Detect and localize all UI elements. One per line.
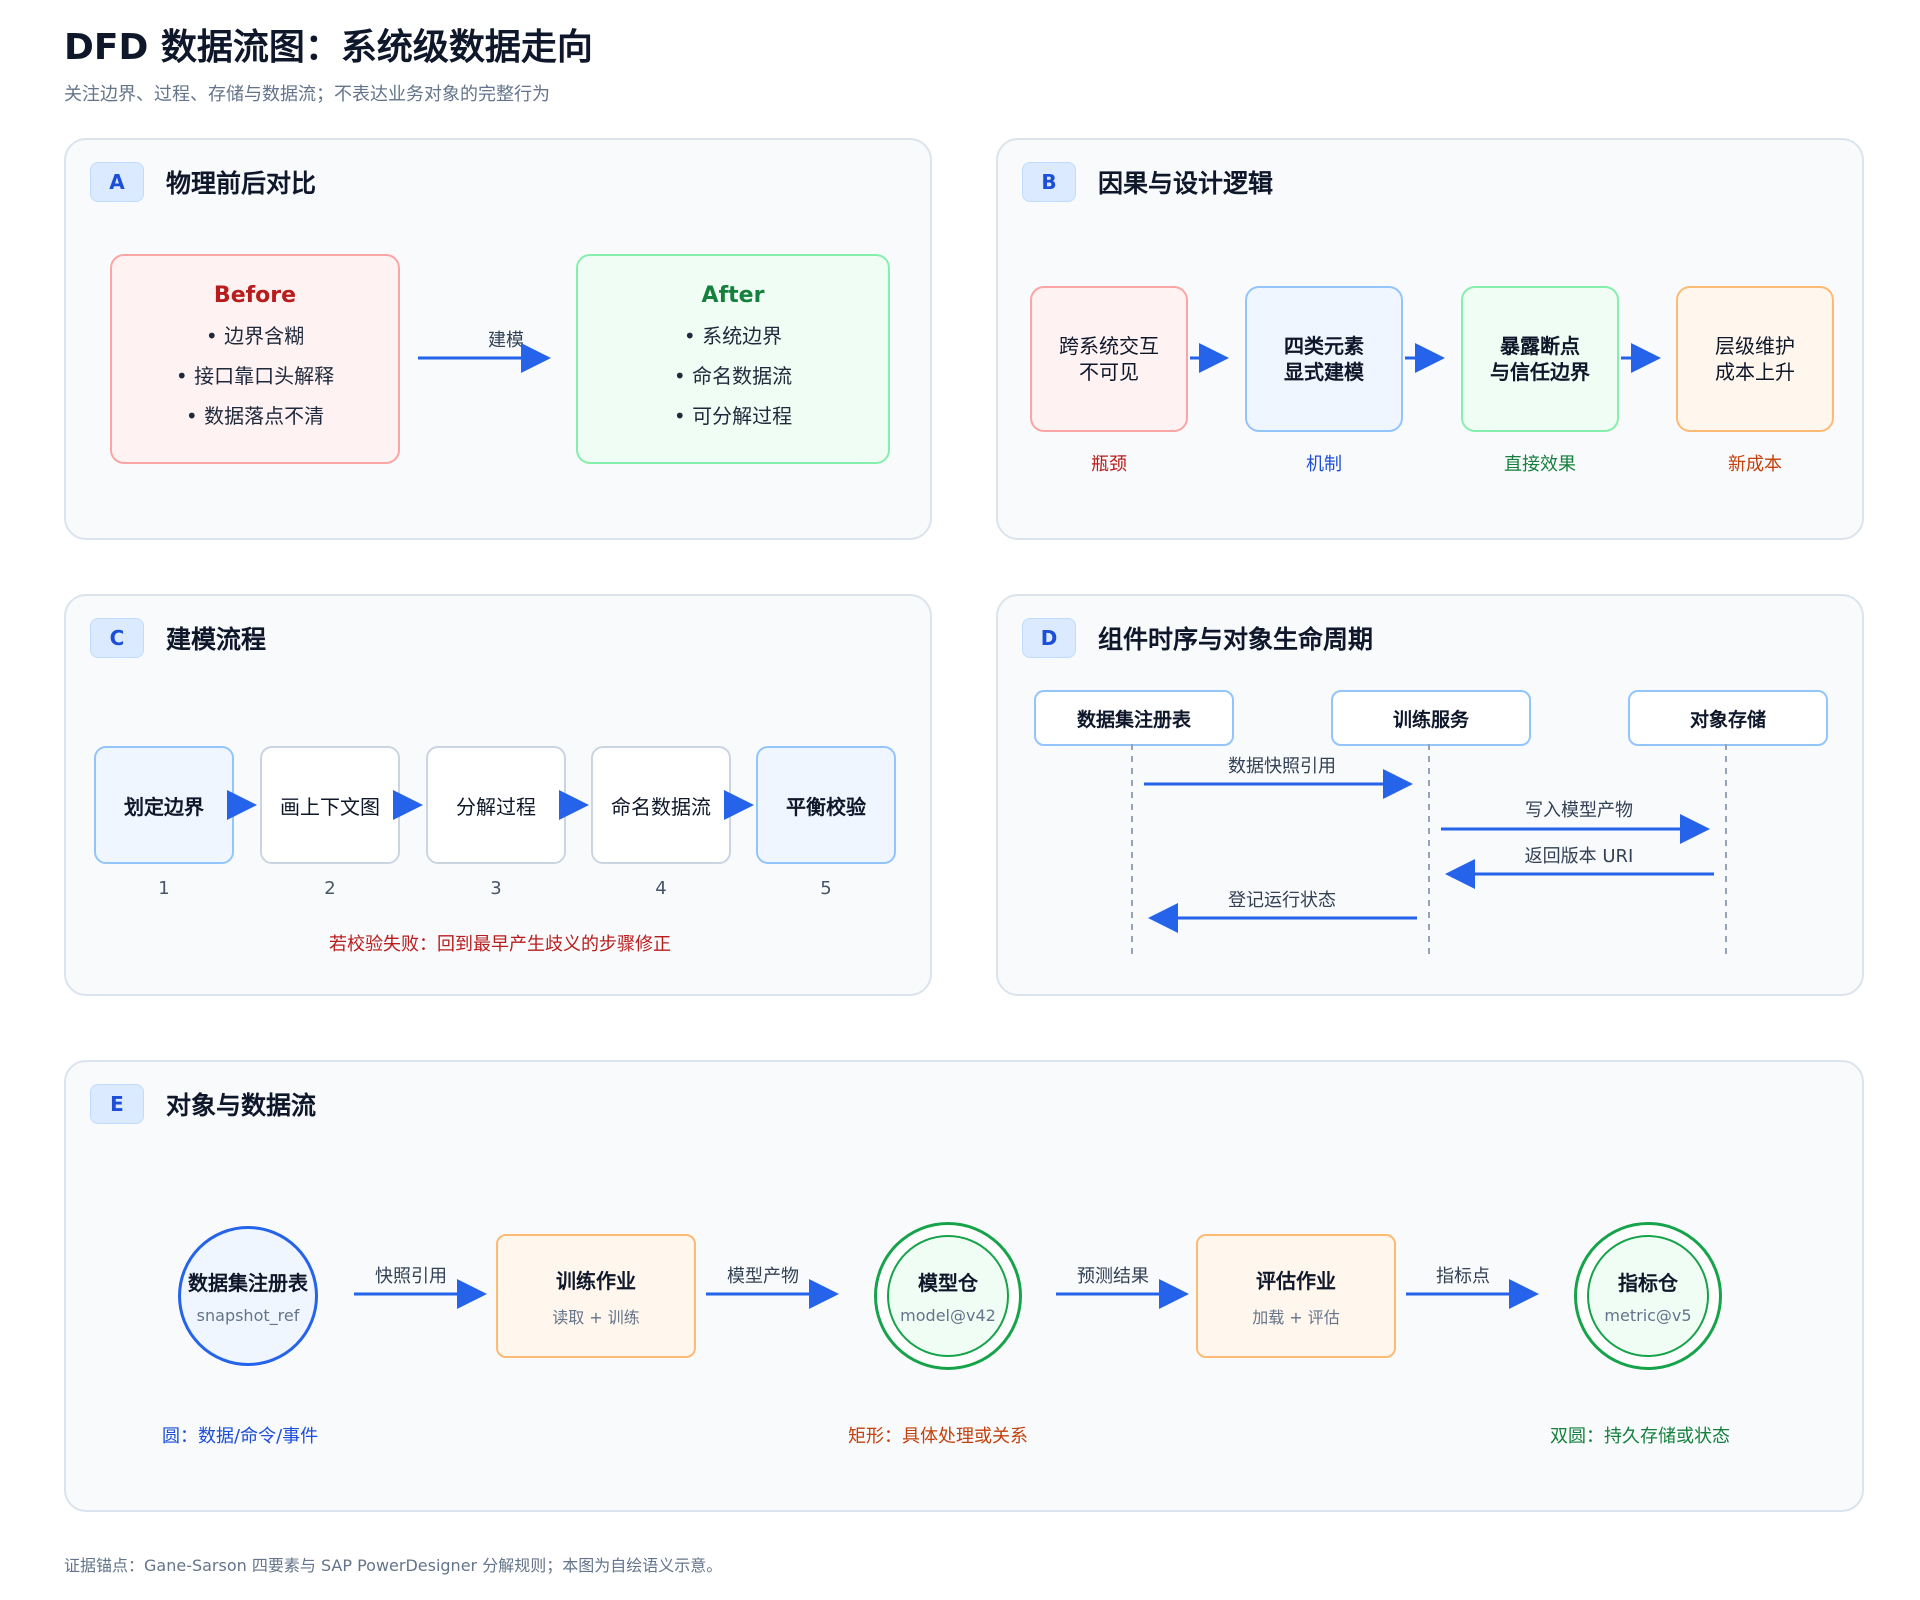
panel-b-badge: B bbox=[1022, 162, 1076, 202]
footer-note: 证据锚点：Gane-Sarson 四要素与 SAP PowerDesigner … bbox=[64, 1556, 723, 1575]
node-title: 数据集注册表 bbox=[188, 1271, 308, 1295]
before-box: Before • 边界含糊 • 接口靠口头解释 • 数据落点不清 bbox=[110, 254, 400, 464]
caption-effect: 直接效果 bbox=[1504, 454, 1576, 475]
panel-e-badge: E bbox=[90, 1084, 144, 1124]
node-title: 模型仓 bbox=[918, 1271, 978, 1295]
node-title: 评估作业 bbox=[1256, 1268, 1336, 1293]
legend-double-circle: 双圆：持久存储或状态 bbox=[1550, 1426, 1730, 1447]
after-title: After bbox=[701, 282, 765, 308]
legend-rect: 矩形：具体处理或关系 bbox=[848, 1426, 1028, 1447]
edge-label: 预测结果 bbox=[1077, 1266, 1149, 1287]
before-item: • 数据落点不清 bbox=[185, 403, 325, 428]
cause-step-cost: 层级维护 成本上升 bbox=[1676, 286, 1834, 432]
panel-b: B 因果与设计逻辑 跨系统交互 不可见 四类元素 显式建模 暴露断点 与信任边界… bbox=[996, 138, 1864, 540]
lane-object-storage: 对象存储 bbox=[1628, 690, 1828, 746]
page-title: DFD 数据流图：系统级数据走向 bbox=[64, 27, 593, 68]
caption-cost: 新成本 bbox=[1728, 454, 1782, 475]
panel-d-badge: D bbox=[1022, 618, 1076, 658]
caption-mechanism: 机制 bbox=[1306, 454, 1342, 475]
step-context-diagram: 画上下文图 bbox=[260, 746, 400, 864]
panel-a-badge: A bbox=[90, 162, 144, 202]
step-balance-check: 平衡校验 bbox=[756, 746, 896, 864]
validation-note: 若校验失败：回到最早产生歧义的步骤修正 bbox=[329, 934, 671, 955]
step-name-dataflow: 命名数据流 bbox=[591, 746, 731, 864]
step-define-boundary: 划定边界 bbox=[94, 746, 234, 864]
panel-e: E 对象与数据流 数据集注册表 snapshot_ref 训练作业 读取 + 训… bbox=[64, 1060, 1864, 1512]
cause-step-mechanism: 四类元素 显式建模 bbox=[1245, 286, 1403, 432]
panel-a: A 物理前后对比 Before • 边界含糊 • 接口靠口头解释 • 数据落点不… bbox=[64, 138, 932, 540]
node-model-store-inner: 模型仓 model@v42 bbox=[887, 1235, 1009, 1357]
cause-step-bottleneck: 跨系统交互 不可见 bbox=[1030, 286, 1188, 432]
edge-label: 模型产物 bbox=[727, 1266, 799, 1287]
node-metric-store-inner: 指标仓 metric@v5 bbox=[1587, 1235, 1709, 1357]
step-number: 1 bbox=[158, 878, 170, 899]
step-number: 4 bbox=[655, 878, 667, 899]
message-label: 返回版本 URI bbox=[1524, 846, 1634, 867]
after-box: After • 系统边界 • 命名数据流 • 可分解过程 bbox=[576, 254, 890, 464]
edge-label: 指标点 bbox=[1436, 1266, 1490, 1287]
panel-c-title: 建模流程 bbox=[166, 625, 267, 654]
node-subtitle: 读取 + 训练 bbox=[552, 1307, 640, 1327]
edge-label: 快照引用 bbox=[375, 1266, 447, 1287]
page-subtitle: 关注边界、过程、存储与数据流；不表达业务对象的完整行为 bbox=[64, 84, 550, 105]
message-label: 数据快照引用 bbox=[1228, 756, 1336, 777]
panel-a-title: 物理前后对比 bbox=[166, 169, 317, 198]
node-subtitle: metric@v5 bbox=[1604, 1306, 1692, 1325]
caption-bottleneck: 瓶颈 bbox=[1091, 454, 1127, 475]
node-metric-store: 指标仓 metric@v5 bbox=[1574, 1222, 1722, 1370]
panel-c: C 建模流程 划定边界 画上下文图 分解过程 命名数据流 平衡校验 1 2 3 … bbox=[64, 594, 932, 996]
model-arrow-label: 建模 bbox=[488, 330, 524, 351]
node-subtitle: model@v42 bbox=[900, 1306, 996, 1325]
panel-e-title: 对象与数据流 bbox=[166, 1091, 317, 1120]
panel-d: D 组件时序与对象生命周期 数据集注册表 训练服务 对象存储 数据快照引用 写入… bbox=[996, 594, 1864, 996]
node-title: 训练作业 bbox=[556, 1268, 636, 1293]
cause-step-effect: 暴露断点 与信任边界 bbox=[1461, 286, 1619, 432]
node-evaluation-job: 评估作业 加载 + 评估 bbox=[1196, 1234, 1396, 1358]
panel-b-title: 因果与设计逻辑 bbox=[1098, 169, 1274, 198]
node-dataset-registry: 数据集注册表 snapshot_ref bbox=[178, 1226, 318, 1366]
lane-dataset-registry: 数据集注册表 bbox=[1034, 690, 1234, 746]
node-training-job: 训练作业 读取 + 训练 bbox=[496, 1234, 696, 1358]
node-subtitle: 加载 + 评估 bbox=[1252, 1307, 1340, 1327]
message-label: 登记运行状态 bbox=[1228, 890, 1336, 911]
step-decompose-process: 分解过程 bbox=[426, 746, 566, 864]
before-item: • 边界含糊 bbox=[205, 323, 305, 348]
panel-c-badge: C bbox=[90, 618, 144, 658]
node-model-store: 模型仓 model@v42 bbox=[874, 1222, 1022, 1370]
step-number: 2 bbox=[324, 878, 336, 899]
step-number: 5 bbox=[820, 878, 832, 899]
before-item: • 接口靠口头解释 bbox=[175, 363, 335, 388]
after-item: • 命名数据流 bbox=[673, 363, 793, 388]
legend-circle: 圆：数据/命令/事件 bbox=[162, 1426, 319, 1447]
lane-training-service: 训练服务 bbox=[1331, 690, 1531, 746]
node-subtitle: snapshot_ref bbox=[196, 1306, 300, 1325]
after-item: • 可分解过程 bbox=[673, 403, 793, 428]
after-item: • 系统边界 bbox=[683, 323, 783, 348]
panel-d-title: 组件时序与对象生命周期 bbox=[1098, 625, 1374, 654]
step-number: 3 bbox=[490, 878, 502, 899]
node-title: 指标仓 bbox=[1618, 1271, 1678, 1295]
before-title: Before bbox=[213, 282, 297, 308]
message-label: 写入模型产物 bbox=[1525, 800, 1633, 821]
